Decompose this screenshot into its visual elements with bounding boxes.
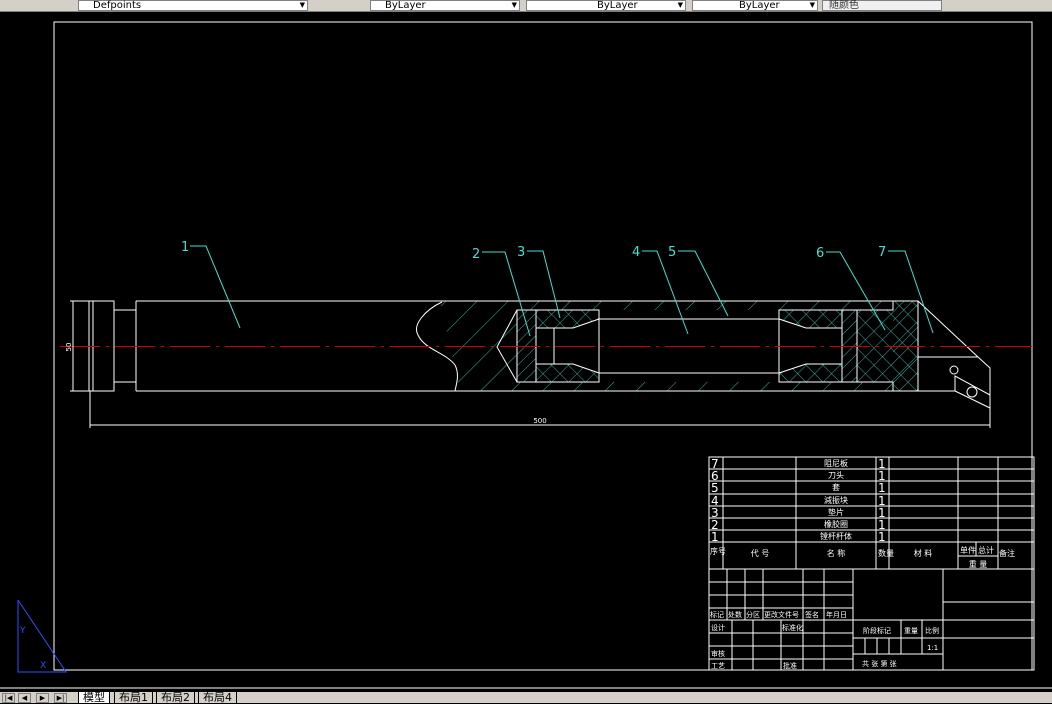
bom-header-total: 总计 — [978, 545, 994, 555]
tb-change-doc: 更改文件号 — [764, 610, 799, 619]
balloon-3: 3 — [517, 245, 525, 260]
first-tab-button[interactable]: |◀ — [2, 693, 15, 703]
linetype-combo[interactable]: ByLayer ▼ — [526, 0, 686, 11]
tb-date: 年月日 — [826, 610, 847, 619]
bom-row-qty: 1 — [878, 530, 886, 544]
tab-layout1[interactable]: 布局1 — [114, 692, 153, 703]
last-tab-button[interactable]: ▶| — [54, 693, 67, 703]
next-tab-button[interactable]: ▶ — [36, 693, 49, 703]
tb-stage: 阶段标记 — [863, 626, 891, 635]
bom-row-name: 垫片 — [828, 507, 844, 517]
linetype-value: ByLayer — [597, 0, 638, 11]
plotstyle-combo[interactable]: 随颜色 — [822, 0, 942, 11]
layer-value: Defpoints — [93, 0, 142, 11]
color-value: ByLayer — [385, 0, 426, 11]
dimension-length: 500 — [533, 417, 546, 425]
chevron-down-icon: ▼ — [299, 1, 305, 9]
bom-header-single: 单件 — [960, 545, 976, 555]
balloon-7: 7 — [878, 245, 886, 260]
bom-row-number: 5 — [711, 481, 719, 495]
chevron-down-icon: ▼ — [511, 1, 517, 9]
ucs-icon: Y X — [17, 599, 67, 673]
tab-model[interactable]: 模型 — [78, 692, 110, 703]
balloon-2: 2 — [472, 247, 480, 262]
title-block: 标记 处数 分区 更改文件号 签名 年月日 设计 标准化 审核 工艺 批准 阶段… — [708, 568, 1035, 671]
tb-zone: 分区 — [746, 610, 760, 619]
tb-scale: 比例 — [925, 626, 939, 635]
tb-sign: 签名 — [805, 610, 819, 619]
lineweight-combo[interactable]: ByLayer ▼ — [692, 0, 818, 11]
chevron-down-icon: ▼ — [677, 1, 683, 9]
tb-weight: 重量 — [904, 627, 918, 635]
tb-approve: 批准 — [783, 661, 797, 670]
tb-mark: 标记 — [710, 610, 724, 619]
tb-sheets: 共 张 第 张 — [862, 659, 897, 668]
balloon-5: 5 — [668, 245, 676, 260]
boring-bar-drawing — [88, 300, 991, 409]
bom-row-name: 橡胶圈 — [824, 519, 848, 529]
bom-row-name: 镗杆杆体 — [820, 531, 852, 541]
balloon-1: 1 — [181, 240, 189, 255]
bom-header-material: 材 料 — [914, 548, 933, 558]
bom-header-code: 代 号 — [751, 548, 770, 558]
prev-tab-button[interactable]: ◀ — [18, 693, 31, 703]
bom-header-qty: 数量 — [878, 548, 894, 558]
layer-combo[interactable]: Defpoints ▼ — [78, 0, 308, 11]
tb-review: 审核 — [711, 649, 725, 658]
properties-toolbar: Defpoints ▼ ByLayer ▼ ByLayer ▼ ByLayer ▼ 随颜… — [0, 0, 1052, 12]
balloon-6: 6 — [816, 246, 824, 261]
dimension-diameter: 50 — [65, 343, 73, 352]
bom-row-name: 套 — [832, 482, 840, 492]
svg-text:X: X — [40, 661, 46, 671]
layout-tabs-bar: |◀ ◀ ▶ ▶| 模型 布局1 布局2 布局4 — [0, 692, 1052, 703]
bom-header-remark: 备注 — [999, 548, 1015, 558]
svg-text:Y: Y — [19, 626, 26, 636]
bom-header-no: 序号 — [710, 546, 726, 556]
color-combo[interactable]: ByLayer ▼ — [370, 0, 520, 11]
bom-row-name: 刀头 — [828, 470, 844, 480]
plotstyle-value: 随颜色 — [829, 0, 859, 11]
bom-row-name: 減振块 — [824, 495, 848, 505]
tab-layout2[interactable]: 布局2 — [156, 692, 195, 703]
lineweight-value: ByLayer — [739, 0, 780, 11]
bom-row-name: 阻尼板 — [824, 458, 848, 468]
bom-header-weight: 重 量 — [969, 559, 988, 569]
layer-tools-icons[interactable] — [312, 0, 352, 10]
bom-row-number: 1 — [711, 530, 719, 544]
bom-row-qty: 1 — [878, 481, 886, 495]
tab-layout4[interactable]: 布局4 — [198, 692, 237, 703]
drawing-canvas[interactable]: 500 50 1 2 3 4 5 6 7 7 阻尼板 16 刀头 15 套 14 減振块 13 垫… — [0, 12, 1052, 692]
tb-count: 处数 — [728, 610, 742, 619]
tb-standard: 标准化 — [782, 623, 803, 632]
tb-scale-value: 1:1 — [927, 644, 938, 652]
bom-header-name: 名 称 — [827, 548, 846, 558]
tb-design: 设计 — [711, 623, 725, 632]
tb-process: 工艺 — [711, 662, 725, 670]
balloon-4: 4 — [632, 245, 640, 260]
bom-table: 7 阻尼板 16 刀头 15 套 14 減振块 13 垫片 12 橡胶圈 11 镗杆杆体 1序号代 号名 称… — [708, 456, 1035, 570]
chevron-down-icon: ▼ — [809, 1, 815, 9]
